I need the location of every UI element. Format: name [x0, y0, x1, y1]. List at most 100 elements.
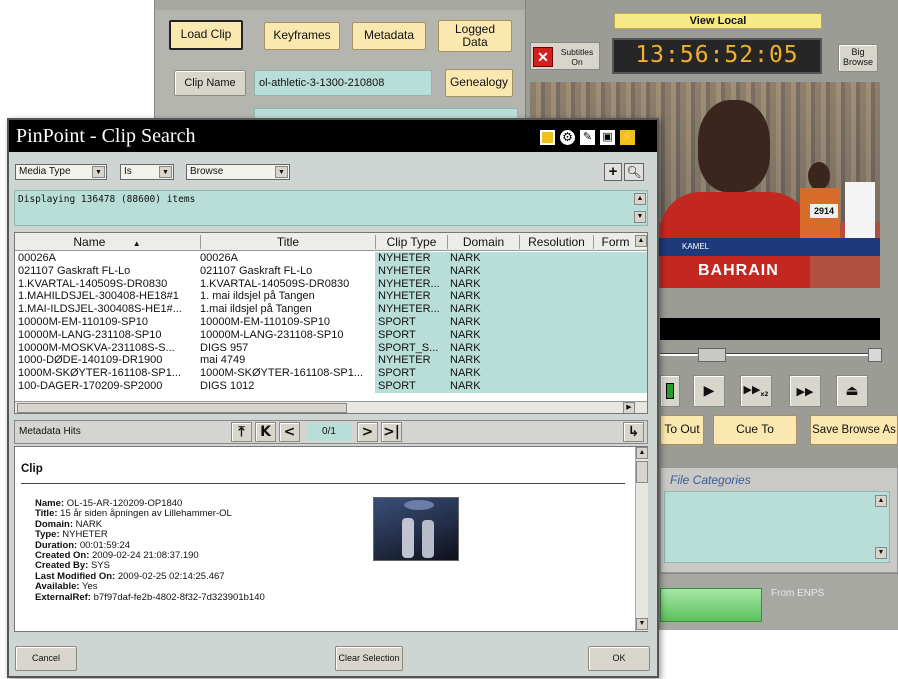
table-row[interactable]: 00026A 00026A NYHETER NARK: [15, 252, 647, 265]
genealogy-button[interactable]: Genealogy: [445, 69, 513, 97]
fast-forward-x2-button[interactable]: ▶▶x2: [740, 375, 772, 407]
scroll-up-icon[interactable]: ▲: [634, 193, 646, 205]
big-browse-button[interactable]: Big Browse: [838, 44, 878, 72]
play-button[interactable]: ▶: [693, 375, 725, 407]
save-icon[interactable]: ▣: [600, 130, 615, 145]
scroll-right-icon[interactable]: ▶: [623, 402, 635, 413]
scroll-down-icon[interactable]: ▼: [875, 547, 887, 559]
table-row[interactable]: 1.MAI-ILDSJEL-300408S-HE1#... 1.mai ildsj…: [15, 303, 647, 316]
cell-domain: NARK: [447, 354, 519, 368]
sort-asc-icon: ▲: [132, 239, 141, 248]
scroll-up-icon[interactable]: ▲: [635, 235, 647, 247]
search-button[interactable]: 🔍︎: [624, 163, 644, 181]
save-browse-as-button[interactable]: Save Browse As: [810, 415, 898, 445]
vertical-scrollbar[interactable]: ▲ ▼: [635, 447, 648, 631]
thumbnail-figure: [402, 518, 414, 558]
cell-clip-type: SPORT: [375, 367, 447, 380]
scrollbar-thumb[interactable]: [636, 461, 648, 483]
cell-domain: NARK: [447, 290, 519, 304]
return-icon: ↳: [627, 424, 640, 440]
prev-set-button[interactable]: K: [255, 422, 276, 442]
scroll-down-icon[interactable]: ▼: [634, 211, 646, 223]
cell-form: [593, 328, 647, 342]
horizontal-scrollbar[interactable]: ▶: [15, 401, 647, 413]
column-header-clip-type[interactable]: Clip Type: [375, 235, 447, 249]
thumbnail-light: [404, 500, 434, 510]
flag-text: BAHRAIN: [698, 262, 779, 279]
scrollbar-thumb[interactable]: [17, 403, 347, 413]
fast-forward-button[interactable]: ▶▶: [789, 375, 821, 407]
scroll-down-icon[interactable]: ▼: [636, 618, 648, 630]
metadata-list: Name: OL-15-AR-120209-OP1840 Title: 15 år…: [35, 498, 265, 603]
cell-resolution: [519, 264, 593, 278]
table-row[interactable]: 1.KVARTAL-140509S-DR0830 1.KVARTAL-140509…: [15, 277, 647, 291]
scroll-up-icon[interactable]: ▲: [636, 447, 648, 459]
metadata-button[interactable]: Metadata: [352, 22, 426, 50]
results-grid: Name ▲ Title Clip Type Domain Resolution…: [14, 232, 648, 414]
cell-domain: NARK: [447, 328, 519, 342]
seek-end-button[interactable]: [868, 348, 882, 362]
table-row[interactable]: 021107 Gaskraft FL-Lo 021107 Gaskraft FL-…: [15, 264, 647, 278]
next-page-button[interactable]: >: [357, 422, 378, 442]
clear-selection-button[interactable]: Clear Selection: [335, 646, 403, 671]
table-row[interactable]: 10000M-LANG-231108-SP10 10000M-LANG-23110…: [15, 328, 647, 342]
tools-icon[interactable]: ✎: [580, 130, 595, 145]
subtitles-toggle[interactable]: ✕ Subtitles On: [530, 42, 600, 70]
cell-title: 1.mai ildsjel på Tangen: [200, 303, 312, 316]
gear-icon[interactable]: ⚙: [560, 130, 575, 145]
table-row[interactable]: 10000M-EM-110109-SP10 10000M-EM-110109-SP…: [15, 315, 647, 329]
runner-head: [698, 100, 770, 192]
column-header-name[interactable]: Name ▲: [15, 235, 199, 249]
last-page-button[interactable]: >|: [381, 422, 402, 442]
table-row[interactable]: 1000M-SKØYTER-161108-SP1... 1000M-SKØYTER…: [15, 367, 647, 380]
column-header-title[interactable]: Title: [200, 235, 375, 249]
column-header-form[interactable]: Form: [593, 235, 637, 249]
cell-name: 00026A: [18, 252, 56, 264]
table-row[interactable]: 10000M-MOSKVA-231108S-S... DIGS 957 SPORT_…: [15, 341, 647, 355]
load-clip-button[interactable]: Load Clip: [169, 20, 243, 50]
clip-thumbnail[interactable]: [373, 497, 459, 561]
clip-name-field[interactable]: ol-athletic-3-1300-210808: [254, 70, 432, 96]
value-select[interactable]: Browse ▼: [186, 164, 290, 180]
add-filter-button[interactable]: +: [604, 163, 622, 181]
metadata-value: Yes: [82, 581, 98, 593]
table-row[interactable]: 100-DAGER-170209-SP2000 DIGS 1012 SPORT NAR…: [15, 379, 647, 393]
cell-title: 1000M-SKØYTER-161108-SP1...: [200, 367, 364, 380]
yellow-square-icon[interactable]: [540, 130, 555, 145]
scroll-up-icon[interactable]: ▲: [875, 495, 887, 507]
column-header-domain[interactable]: Domain: [447, 235, 519, 249]
to-out-button[interactable]: To Out: [660, 415, 704, 445]
seek-thumb[interactable]: [698, 348, 726, 362]
table-row[interactable]: 1000-DØDE-140109-DR1900 mai 4749 NYHETER NA…: [15, 354, 647, 368]
file-categories-list[interactable]: ▲ ▼: [664, 491, 890, 563]
pause-button[interactable]: [660, 375, 680, 407]
cell-name: 1.KVARTAL-140509S-DR0830: [18, 277, 168, 290]
logged-data-button[interactable]: Logged Data: [438, 20, 512, 52]
cell-name: 021107 Gaskraft FL-Lo: [18, 264, 131, 277]
cell-clip-type: NYHETER: [375, 264, 447, 278]
ok-button[interactable]: OK: [588, 646, 650, 671]
cell-clip-type: NYHETER: [375, 252, 447, 265]
cell-form: [593, 315, 647, 329]
return-button[interactable]: ↳: [623, 422, 644, 442]
seek-slider[interactable]: [660, 348, 882, 362]
field-select[interactable]: Media Type ▼: [15, 164, 107, 180]
cell-resolution: [519, 315, 593, 329]
metadata-label: Created By:: [35, 560, 89, 572]
first-icon: ⤒: [238, 424, 245, 440]
column-header-resolution[interactable]: Resolution: [519, 235, 593, 249]
first-page-button[interactable]: ⤒: [231, 422, 252, 442]
section-title: Clip: [21, 463, 43, 475]
eject-button[interactable]: ⏏: [836, 375, 868, 407]
keyframes-button[interactable]: Keyframes: [264, 22, 340, 50]
table-row[interactable]: 1.MAHILDSJEL-300408-HE18#1 1. mai ildsjel…: [15, 290, 647, 304]
cue-to-button[interactable]: Cue To: [713, 415, 797, 445]
operator-select[interactable]: Is ▼: [120, 164, 174, 180]
timecode-display: 13:56:52:05: [612, 38, 822, 74]
page-indicator: 0/1: [307, 423, 351, 441]
clip-name-button[interactable]: Clip Name: [174, 70, 246, 96]
cell-form: [593, 367, 647, 380]
cancel-button[interactable]: Cancel: [15, 646, 77, 671]
prev-page-button[interactable]: <: [279, 422, 300, 442]
flash-icon[interactable]: ⚡: [620, 130, 635, 145]
